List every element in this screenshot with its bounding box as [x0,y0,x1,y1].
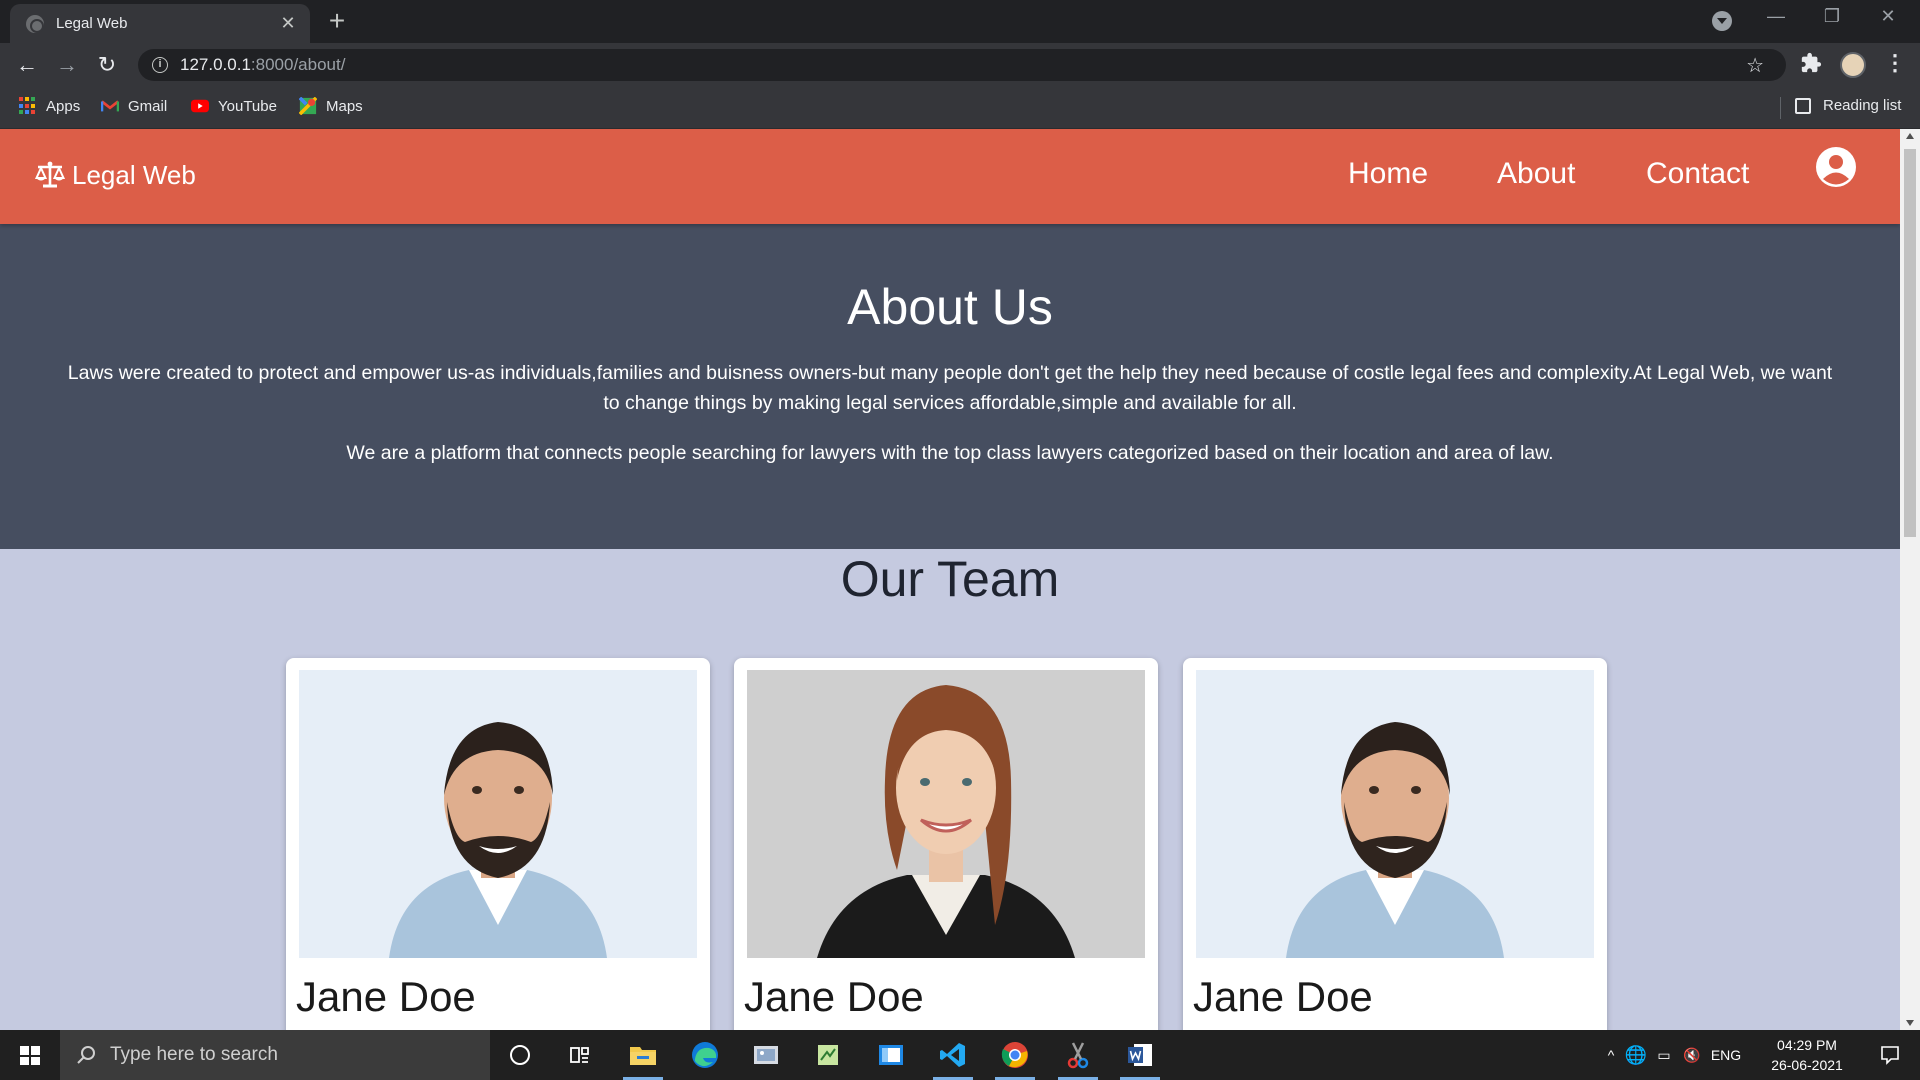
new-tab-button[interactable]: + [322,6,352,36]
volume-muted-icon[interactable]: 🔇 [1678,1047,1706,1064]
desktop-app-icon[interactable] [863,1030,919,1080]
tab-search-icon[interactable] [1712,11,1732,31]
bookmark-gmail[interactable]: Gmail [101,97,167,115]
url-host: 127.0.0.1 [180,55,251,74]
apps-grid-icon [19,97,37,115]
clock-time: 04:29 PM [1777,1037,1837,1053]
bookmark-maps[interactable]: Maps [299,97,363,115]
browser-toolbar: ← → ↻ i 127.0.0.1:8000/about/ ☆ ⋮ [0,43,1920,87]
minimize-button[interactable]: — [1756,6,1796,27]
team-member-photo [747,670,1145,958]
bookmark-label: Apps [46,97,81,115]
taskbar-search-box[interactable]: Type here to search [60,1030,490,1080]
page-viewport: Legal Web Home About Contact About Us La… [0,129,1900,1030]
back-icon[interactable]: ← [13,51,41,79]
reading-list-icon [1795,97,1811,114]
reading-list-button[interactable]: Reading list [1795,97,1901,114]
reload-icon[interactable]: ↻ [93,51,121,79]
notifications-icon[interactable] [1862,1030,1918,1080]
team-member-card[interactable]: Jane Doe [1183,658,1607,1030]
snipping-tool-icon[interactable] [1050,1030,1106,1080]
bookmark-youtube[interactable]: YouTube [191,97,277,115]
vscode-icon[interactable] [925,1030,981,1080]
restore-button[interactable]: ❐ [1812,6,1852,27]
team-member-name: Jane Doe [744,973,924,1020]
bookmark-label: YouTube [218,97,277,115]
scrollbar-thumb[interactable] [1904,149,1916,537]
team-member-name: Jane Doe [296,973,476,1020]
sticky-app-icon[interactable] [800,1030,856,1080]
brand-name: Legal Web [72,159,196,190]
team-member-photo [1196,670,1594,958]
site-navbar: Legal Web Home About Contact [0,129,1900,224]
browser-tab[interactable]: Legal Web ✕ [10,4,310,43]
nav-home-link[interactable]: Home [1348,157,1428,191]
team-member-card[interactable]: Jane Doe [734,658,1158,1030]
balance-scale-icon [34,161,66,188]
nav-contact-link[interactable]: Contact [1646,157,1749,191]
bookmark-star-icon[interactable]: ☆ [1746,53,1764,78]
taskbar-clock[interactable]: 04:29 PM 26-06-2021 [1762,1035,1852,1075]
bookmark-apps[interactable]: Apps [19,97,80,115]
bookmark-label: Gmail [128,97,168,115]
close-window-button[interactable]: ✕ [1868,6,1908,27]
browser-tab-bar: Legal Web ✕ + — ❐ ✕ [0,0,1920,43]
word-icon[interactable] [1112,1030,1168,1080]
edge-browser-icon[interactable] [677,1030,733,1080]
system-tray: ^ 🌐 ▭ 🔇 ENG [1600,1030,1746,1080]
show-hidden-icons-chevron-icon[interactable]: ^ [1600,1047,1622,1063]
scroll-up-arrow-icon[interactable] [1906,133,1914,139]
search-placeholder: Type here to search [110,1044,278,1065]
language-indicator[interactable]: ENG [1706,1047,1746,1063]
file-explorer-icon[interactable] [615,1030,671,1080]
tab-title: Legal Web [56,15,128,32]
scroll-down-arrow-icon[interactable] [1906,1020,1914,1026]
about-paragraph: Laws were created to protect and empower… [67,362,1833,414]
photos-app-icon[interactable] [738,1030,794,1080]
address-bar[interactable]: i 127.0.0.1:8000/about/ ☆ [138,49,1786,81]
cortana-icon[interactable] [492,1030,548,1080]
youtube-icon [191,99,209,113]
nav-about-link[interactable]: About [1497,157,1575,191]
about-title: About Us [847,279,1053,335]
team-title: Our Team [840,551,1060,607]
forward-icon[interactable]: → [53,51,81,79]
maps-icon [299,97,317,115]
user-account-icon[interactable] [1815,146,1857,188]
battery-icon[interactable]: ▭ [1650,1047,1678,1064]
team-member-photo [299,670,697,958]
page-scrollbar[interactable] [1900,129,1920,1030]
gmail-icon [101,100,119,112]
bookmarks-bar: Apps Gmail YouTube Maps Reading list [0,87,1920,129]
team-member-name: Jane Doe [1193,973,1373,1020]
reading-list-label: Reading list [1823,97,1902,114]
windows-taskbar: Type here to search ^ 🌐 ▭ 🔇 ENG 04:29 PM… [0,1030,1920,1080]
browser-menu-icon[interactable]: ⋮ [1884,50,1906,76]
chrome-icon[interactable] [987,1030,1043,1080]
team-member-card[interactable]: Jane Doe [286,658,710,1030]
brand-link[interactable]: Legal Web [34,159,196,191]
tab-close-icon[interactable]: ✕ [278,13,298,34]
about-paragraph: We are a platform that connects people s… [346,442,1554,464]
site-info-icon[interactable]: i [152,57,168,73]
search-icon [77,1046,95,1064]
extensions-icon[interactable] [1800,52,1822,74]
task-view-icon[interactable] [552,1030,608,1080]
windows-logo-icon [20,1046,40,1065]
bookmark-label: Maps [326,97,363,115]
profile-avatar[interactable] [1840,52,1866,78]
start-button[interactable] [0,1030,58,1080]
about-section: About Us Laws were created to protect an… [0,224,1900,549]
globe-icon [26,14,44,33]
url-path: :8000/about/ [250,55,346,74]
clock-date: 26-06-2021 [1771,1057,1843,1073]
network-globe-icon[interactable]: 🌐 [1622,1045,1650,1066]
bookmarks-divider [1780,97,1781,119]
